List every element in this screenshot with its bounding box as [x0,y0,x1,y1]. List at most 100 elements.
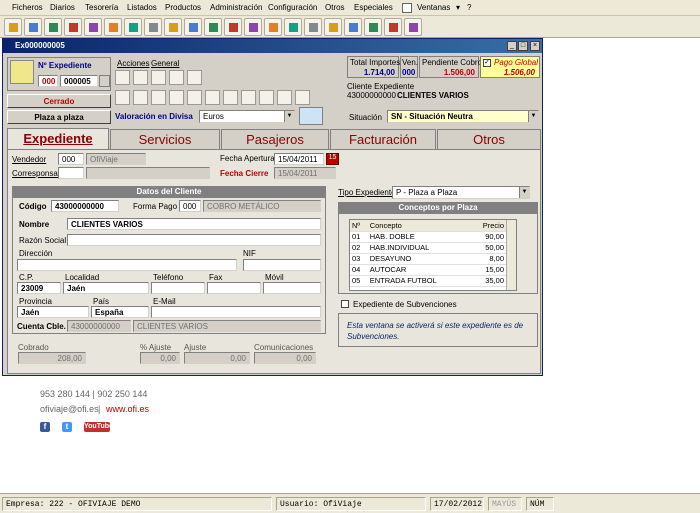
situacion-select[interactable]: SN - Situación Neutra ▼ [387,110,539,123]
contacts-icon[interactable] [304,18,322,36]
print-icon[interactable] [24,18,42,36]
tab-servicios[interactable]: Servicios [110,129,220,149]
bus-icon[interactable] [264,18,282,36]
menu-productos[interactable]: Productos [165,3,201,12]
form-icon[interactable] [224,18,242,36]
bank-icon[interactable] [164,18,182,36]
table-row[interactable]: 02 HAB.INDIVIDUAL 50,00 [350,242,506,254]
provincia-field[interactable]: Jaén [17,306,89,318]
table-row[interactable]: 03 DESAYUNO 8,00 [350,253,506,265]
magnify-icon[interactable] [84,18,102,36]
localidad-field[interactable]: Jaén [63,282,149,294]
vendedor-field[interactable]: 000 [58,153,84,165]
movil-field[interactable] [263,282,321,294]
calendar-icon[interactable]: 15 [326,153,339,165]
menu-acciones[interactable]: Acciones [117,59,149,68]
tool-icon[interactable] [205,90,220,105]
calendar-icon[interactable] [184,18,202,36]
hotel-icon[interactable] [104,18,122,36]
corresponsal-field[interactable] [58,167,84,179]
footer-web[interactable]: www.ofi.es [106,404,149,414]
expediente-number-field[interactable]: 000005 [60,75,98,87]
menu-ventanas[interactable]: Ventanas [417,3,450,12]
note-icon[interactable] [364,18,382,36]
info-icon[interactable] [327,107,343,125]
close-button[interactable]: × [530,41,540,51]
chevron-down-icon[interactable]: ▼ [284,111,294,122]
fax-field[interactable] [207,282,261,294]
lock-icon[interactable] [344,18,362,36]
tool-icon[interactable] [133,90,148,105]
tab-otros[interactable]: Otros [437,129,541,149]
pais-field[interactable]: España [91,306,149,318]
plaza-a-plaza-button[interactable]: Plaza a plaza [7,110,111,124]
tool-icon[interactable] [151,70,166,85]
codigo-field[interactable]: 43000000000 [51,200,119,212]
menu-ficheros[interactable]: Ficheros [12,3,43,12]
menu-otros[interactable]: Otros [325,3,345,12]
pago-global-checkbox[interactable]: ✓ [483,59,491,67]
menu-general[interactable]: General [151,59,179,68]
tipo-expediente-select[interactable]: P - Plaza a Plaza ▼ [392,186,530,199]
menu-help[interactable]: ? [467,3,471,12]
tool-icon[interactable] [241,90,256,105]
agenda-icon[interactable] [204,18,222,36]
table-row[interactable]: 04 AUTOCAR 15,00 [350,264,506,276]
fecha-apertura-field[interactable]: 15/04/2011 [274,153,324,165]
tool-icon[interactable] [169,70,184,85]
minimize-button[interactable]: _ [507,41,517,51]
menu-configuracion[interactable]: Configuración [268,3,317,12]
tool-icon[interactable] [295,90,310,105]
direccion-field[interactable] [17,259,237,271]
window-title-bar[interactable]: Ex000000005 [3,39,542,53]
menu-listados[interactable]: Listados [127,3,157,12]
camera-icon[interactable] [384,18,402,36]
youtube-icon[interactable]: YouTube [84,422,113,432]
valoracion-select[interactable]: Euros ▼ [199,110,295,123]
email-field[interactable] [151,306,321,318]
tool-icon[interactable] [259,90,274,105]
scissors-icon[interactable] [284,18,302,36]
exit-icon[interactable] [4,18,22,36]
nif-field[interactable] [243,259,321,271]
razon-social-field[interactable] [67,234,321,246]
menu-tesoreria[interactable]: Tesorería [85,3,118,12]
tab-pasajeros[interactable]: Pasajeros [221,129,329,149]
tool-icon[interactable] [133,70,148,85]
tool-icon[interactable] [151,90,166,105]
menu-diarios[interactable]: Diarios [50,3,75,12]
globe-icon[interactable] [299,107,323,125]
tool-icon[interactable] [115,90,130,105]
chevron-down-icon[interactable]: ▼ [528,111,538,122]
tool-icon[interactable] [169,90,184,105]
expediente-serie-field[interactable]: 000 [38,75,58,87]
conceptos-scrollbar[interactable] [506,220,516,290]
lookup-icon[interactable] [99,75,110,87]
tool-icon[interactable] [223,90,238,105]
menu-especiales[interactable]: Especiales [354,3,393,12]
tool-icon[interactable] [115,70,130,85]
twitter-icon[interactable]: t [62,422,72,432]
tab-expediente[interactable]: Expediente [7,128,109,150]
maximize-button[interactable]: □ [518,41,528,51]
forma-pago-field[interactable]: 000 [179,200,201,212]
tickets-icon[interactable] [64,18,82,36]
invoice-icon[interactable] [144,18,162,36]
cp-field[interactable]: 23009 [17,282,61,294]
tab-facturacion[interactable]: Facturación [330,129,436,149]
dropdown-arrow-icon[interactable]: ▾ [456,3,460,12]
calculator-icon[interactable] [44,18,62,36]
menu-administracion[interactable]: Administración [210,3,262,12]
table-row[interactable]: 05 ENTRADA FUTBOL 35,00 [350,275,506,287]
footer-email[interactable]: ofiviaje@ofi.es [40,404,99,414]
warning-icon[interactable] [324,18,342,36]
chevron-down-icon[interactable]: ▼ [519,187,529,198]
telefono-field[interactable] [151,282,205,294]
tool-icon[interactable] [187,70,202,85]
facebook-icon[interactable]: f [40,422,50,432]
nombre-field[interactable]: CLIENTES VARIOS [67,218,321,230]
tool-icon[interactable] [277,90,292,105]
tool-icon[interactable] [187,90,202,105]
money-icon[interactable] [404,18,422,36]
travel-icon[interactable] [244,18,262,36]
